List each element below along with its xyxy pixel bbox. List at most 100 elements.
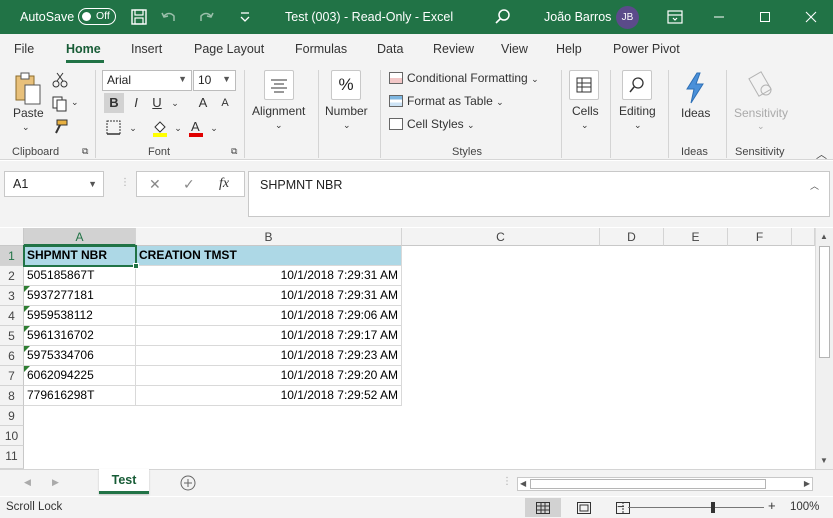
font-color-icon[interactable]: A xyxy=(188,119,204,137)
cut-icon[interactable] xyxy=(52,72,68,88)
sensitivity-icon[interactable] xyxy=(748,70,776,102)
user-name[interactable]: João Barros xyxy=(544,10,611,24)
clipboard-launcher-icon[interactable]: ⧉ xyxy=(82,146,88,157)
alignment-dropdown-icon[interactable]: ⌄ xyxy=(275,120,283,131)
cell-b7[interactable]: 10/1/2018 7:29:20 AM xyxy=(136,366,402,386)
tab-home[interactable]: Home xyxy=(66,42,101,56)
borders-icon[interactable] xyxy=(106,120,122,136)
format-painter-icon[interactable] xyxy=(52,119,68,135)
zoom-slider-track[interactable] xyxy=(628,507,764,508)
cell-a5[interactable]: 5961316702 xyxy=(24,326,136,346)
fill-color-icon[interactable] xyxy=(152,119,168,137)
cells-dropdown-icon[interactable]: ⌄ xyxy=(581,120,589,131)
scroll-right-icon[interactable]: ▶ xyxy=(804,479,810,488)
row-header-2[interactable]: 2 xyxy=(0,266,24,286)
page-layout-view-button[interactable] xyxy=(566,498,602,517)
sensitivity-label[interactable]: Sensitivity xyxy=(734,106,788,120)
alignment-button[interactable] xyxy=(264,70,294,100)
enter-icon[interactable]: ✓ xyxy=(183,176,195,193)
tab-file[interactable]: File xyxy=(14,42,34,56)
avatar[interactable]: JB xyxy=(616,6,639,29)
number-format-button[interactable]: % xyxy=(331,70,361,100)
autosave-toggle[interactable]: Off xyxy=(78,8,116,25)
column-header-e[interactable]: E xyxy=(664,228,728,246)
cell-b1[interactable]: CREATION TMST xyxy=(136,246,402,266)
format-as-table-button[interactable]: Format as Table ⌄ xyxy=(389,94,504,108)
insert-function-icon[interactable]: fx xyxy=(219,176,229,192)
name-box[interactable]: A1 ▼ xyxy=(4,171,104,197)
normal-view-button[interactable] xyxy=(525,498,561,517)
font-size-combo[interactable]: 10 ▼ xyxy=(193,70,236,91)
grip-icon[interactable]: ⋮ xyxy=(120,177,130,188)
ribbon-display-options-icon[interactable] xyxy=(666,8,684,26)
fill-color-dropdown-icon[interactable]: ⌄ xyxy=(168,118,188,138)
cells-label[interactable]: Cells xyxy=(572,104,599,118)
row-header-8[interactable]: 8 xyxy=(0,386,24,406)
copy-dropdown-icon[interactable]: ⌄ xyxy=(71,97,79,108)
number-label[interactable]: Number xyxy=(325,104,368,118)
cell-a3[interactable]: 5937277181 xyxy=(24,286,136,306)
cell-a8[interactable]: 779616298T xyxy=(24,386,136,406)
scroll-left-icon[interactable]: ◀ xyxy=(520,479,526,488)
borders-dropdown-icon[interactable]: ⌄ xyxy=(123,118,143,138)
tab-insert[interactable]: Insert xyxy=(131,42,162,56)
cell-b2[interactable]: 10/1/2018 7:29:31 AM xyxy=(136,266,402,286)
undo-icon[interactable] xyxy=(160,8,178,26)
cell-b3[interactable]: 10/1/2018 7:29:31 AM xyxy=(136,286,402,306)
alignment-label[interactable]: Alignment xyxy=(252,104,305,118)
cell-b6[interactable]: 10/1/2018 7:29:23 AM xyxy=(136,346,402,366)
row-header-9[interactable]: 9 xyxy=(0,406,24,426)
cell-a4[interactable]: 5959538112 xyxy=(24,306,136,326)
column-header-c[interactable]: C xyxy=(402,228,600,246)
scroll-down-icon[interactable]: ▼ xyxy=(820,456,828,465)
vertical-scrollbar[interactable]: ▲ ▼ xyxy=(815,228,833,469)
new-sheet-icon[interactable] xyxy=(180,475,196,491)
row-header-7[interactable]: 7 xyxy=(0,366,24,386)
tab-review[interactable]: Review xyxy=(433,42,474,56)
prev-sheet-icon[interactable]: ◀ xyxy=(24,477,31,488)
cell-b4[interactable]: 10/1/2018 7:29:06 AM xyxy=(136,306,402,326)
tab-formulas[interactable]: Formulas xyxy=(295,42,347,56)
row-header-4[interactable]: 4 xyxy=(0,306,24,326)
cell-a2[interactable]: 505185867T xyxy=(24,266,136,286)
formula-input[interactable]: SHPMNT NBR ︿ xyxy=(248,171,830,217)
horizontal-scrollbar[interactable]: ◀ ▶ xyxy=(517,477,813,491)
customize-qat-icon[interactable] xyxy=(236,8,254,26)
collapse-ribbon-icon[interactable]: ︿ xyxy=(816,146,827,162)
tab-help[interactable]: Help xyxy=(556,42,582,56)
zoom-in-icon[interactable]: + xyxy=(768,498,776,513)
cancel-icon[interactable]: ✕ xyxy=(149,176,161,193)
cell-b8[interactable]: 10/1/2018 7:29:52 AM xyxy=(136,386,402,406)
cell-a1[interactable]: SHPMNT NBR xyxy=(24,246,136,266)
editing-dropdown-icon[interactable]: ⌄ xyxy=(634,120,642,131)
row-header-10[interactable]: 10 xyxy=(0,426,24,446)
tab-page-layout[interactable]: Page Layout xyxy=(194,42,264,56)
paste-icon[interactable] xyxy=(12,72,44,106)
tab-data[interactable]: Data xyxy=(377,42,403,56)
row-header-5[interactable]: 5 xyxy=(0,326,24,346)
row-header-6[interactable]: 6 xyxy=(0,346,24,366)
editing-label[interactable]: Editing xyxy=(619,104,656,118)
column-header-d[interactable]: D xyxy=(600,228,664,246)
tab-split-icon[interactable]: ⋮ xyxy=(502,476,512,487)
row-header-1[interactable]: 1 xyxy=(0,246,24,266)
decrease-font-size-button[interactable]: A xyxy=(215,93,235,113)
font-name-combo[interactable]: Arial ▼ xyxy=(102,70,192,91)
zoom-out-icon[interactable]: − xyxy=(617,499,625,514)
zoom-slider-knob[interactable] xyxy=(711,502,715,513)
copy-icon[interactable] xyxy=(52,96,68,112)
sensitivity-dropdown-icon[interactable]: ⌄ xyxy=(757,121,765,132)
paste-label[interactable]: Paste xyxy=(13,106,44,120)
font-launcher-icon[interactable]: ⧉ xyxy=(231,146,237,157)
cell-a7[interactable]: 6062094225 xyxy=(24,366,136,386)
vertical-scroll-thumb[interactable] xyxy=(819,246,830,358)
italic-button[interactable]: I xyxy=(126,93,146,113)
maximize-button[interactable] xyxy=(742,0,788,34)
underline-dropdown-icon[interactable]: ⌄ xyxy=(165,93,185,113)
minimize-button[interactable] xyxy=(696,0,742,34)
tab-power-pivot[interactable]: Power Pivot xyxy=(613,42,680,56)
cell-styles-button[interactable]: Cell Styles ⌄ xyxy=(389,117,475,131)
close-button[interactable] xyxy=(788,0,833,34)
expand-formula-bar-icon[interactable]: ︿ xyxy=(810,179,819,192)
row-header-3[interactable]: 3 xyxy=(0,286,24,306)
